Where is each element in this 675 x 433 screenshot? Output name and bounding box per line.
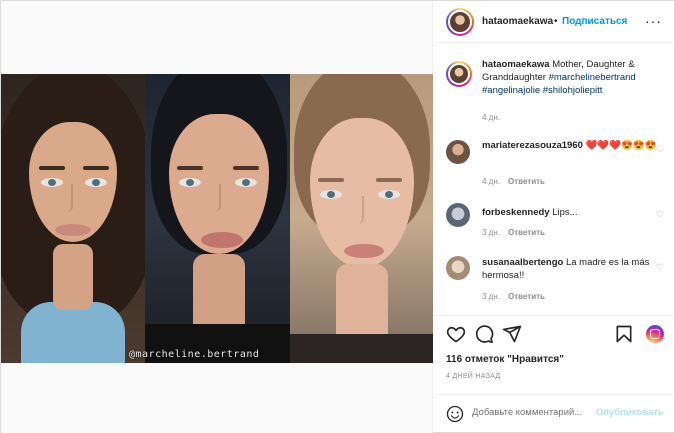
photo-panel-2	[145, 74, 290, 363]
comment-text: forbeskennedy Lips...	[482, 206, 662, 219]
comment-username[interactable]: mariaterezasouza1960	[482, 140, 583, 151]
bookmark-icon[interactable]	[614, 324, 634, 344]
caption-time: 4 дн.	[482, 113, 500, 122]
instagram-badge-icon[interactable]	[646, 325, 664, 343]
caption-text: hataomaekawa Mother, Daughter & Granddau…	[482, 58, 662, 97]
post-sidebar: hataomaekawa • Подписаться ··· hataomaek…	[434, 1, 675, 433]
comment-body: ❤️❤️❤️😍😍😍	[585, 140, 657, 151]
reply-button[interactable]: Ответить	[508, 228, 545, 237]
comment-text: mariaterezasouza1960 ❤️❤️❤️😍😍😍	[482, 139, 662, 152]
likes-count[interactable]: 116 отметок "Нравится"	[446, 354, 564, 365]
comment-like-icon[interactable]: ♡	[656, 262, 664, 273]
comment-meta: 3 дн. Ответить	[482, 292, 545, 301]
post-date[interactable]: 4 ДНЕЙ НАЗАД	[446, 373, 500, 380]
comment-like-icon[interactable]: ♡	[656, 144, 664, 155]
add-comment-bar: Опубликовать	[434, 394, 675, 433]
photo-collage	[1, 74, 433, 363]
comment-icon[interactable]	[474, 324, 494, 344]
reply-button[interactable]: Ответить	[508, 177, 545, 186]
share-icon[interactable]	[502, 324, 522, 344]
comment-time: 3 дн.	[482, 228, 500, 237]
photo-panel-3	[290, 74, 433, 363]
comment-text: susanaalbertengo La madre es la más herm…	[482, 256, 662, 282]
photo-panel-1	[1, 74, 145, 363]
header-separator: •	[554, 16, 558, 27]
comment-like-icon[interactable]: ♡	[656, 209, 664, 220]
post-header: hataomaekawa • Подписаться ···	[434, 1, 675, 43]
action-bar	[434, 315, 675, 355]
post-media[interactable]: @marcheline.bertrand	[1, 1, 433, 433]
emoji-icon[interactable]	[446, 405, 464, 423]
comment-meta: 4 дн. Ответить	[482, 177, 545, 186]
comment-time: 3 дн.	[482, 292, 500, 301]
comment-avatar[interactable]	[446, 256, 470, 280]
follow-button[interactable]: Подписаться	[562, 16, 627, 27]
photo-watermark: @marcheline.bertrand	[129, 349, 260, 360]
comments-list: hataomaekawa Mother, Daughter & Granddau…	[434, 44, 675, 312]
comment-meta: 3 дн. Ответить	[482, 228, 545, 237]
comment-time: 4 дн.	[482, 177, 500, 186]
comment-avatar[interactable]	[446, 203, 470, 227]
comment-avatar[interactable]	[446, 140, 470, 164]
heart-icon[interactable]	[446, 324, 466, 344]
comment-username[interactable]: forbeskennedy	[482, 207, 550, 218]
comment-body: Lips...	[552, 207, 578, 218]
author-avatar[interactable]	[446, 8, 474, 36]
more-icon[interactable]: ···	[645, 13, 662, 29]
publish-button[interactable]: Опубликовать	[596, 407, 664, 418]
comment-username[interactable]: susanaalbertengo	[482, 257, 563, 268]
author-username[interactable]: hataomaekawa	[482, 16, 553, 27]
post-window: @marcheline.bertrand hataomaekawa • Подп…	[0, 0, 675, 433]
caption-username[interactable]: hataomaekawa	[482, 59, 550, 70]
reply-button[interactable]: Ответить	[508, 292, 545, 301]
caption-avatar[interactable]	[446, 61, 472, 87]
